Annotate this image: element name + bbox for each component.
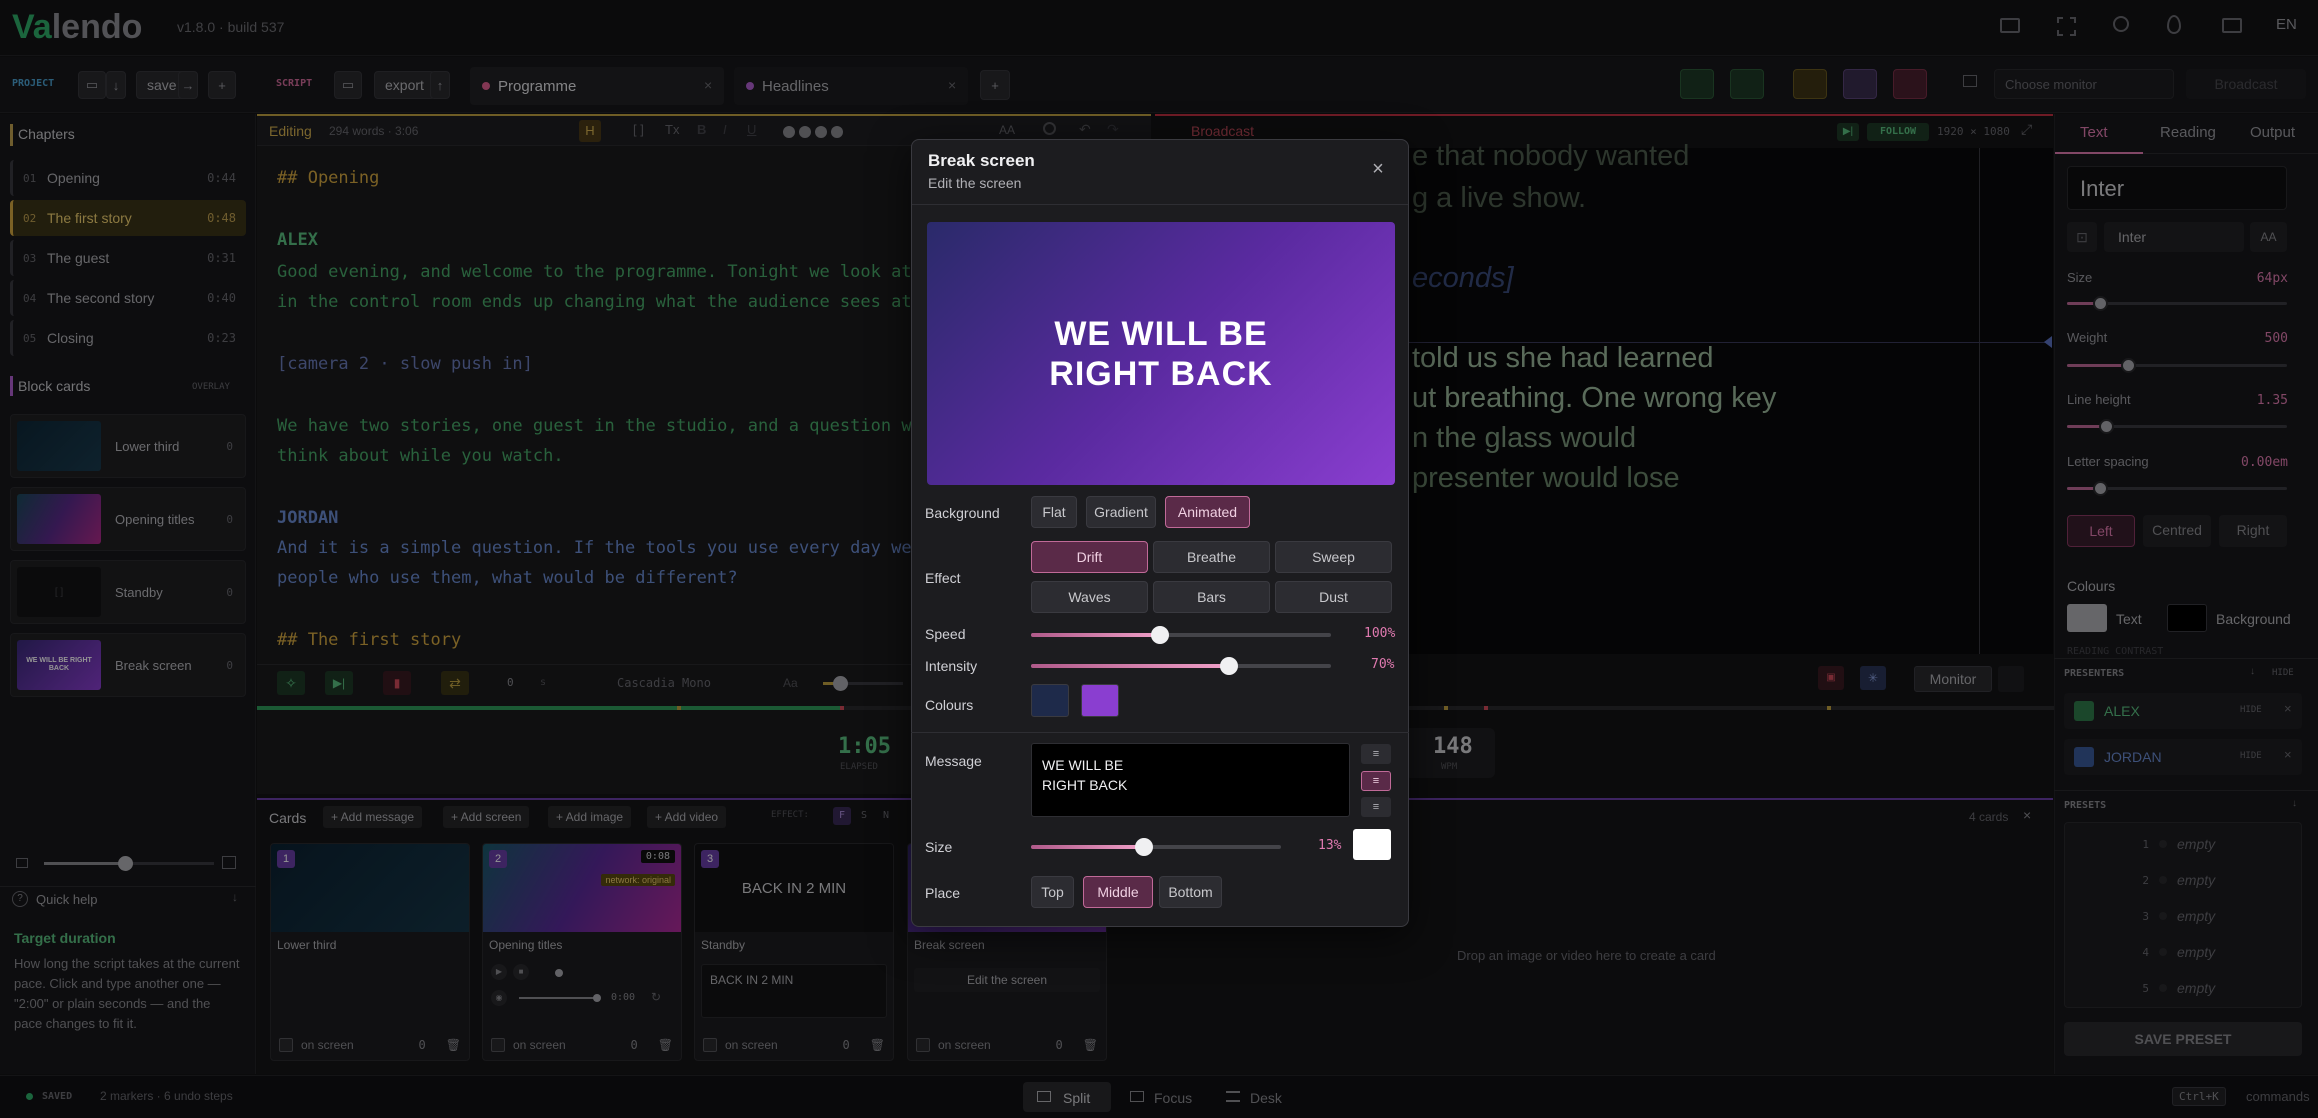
align-center-icon[interactable]: ≡ xyxy=(1361,771,1391,791)
intensity-label: Intensity xyxy=(925,658,978,674)
message-line: WE WILL BE xyxy=(1042,757,1124,773)
effect-label: Effect xyxy=(925,570,961,586)
colour-a-swatch[interactable] xyxy=(1031,684,1069,717)
background-label: Background xyxy=(925,505,1000,521)
speed-slider[interactable] xyxy=(1031,626,1331,644)
effect-bars-button[interactable]: Bars xyxy=(1153,581,1270,613)
preview-line-1: WE WILL BE xyxy=(1054,314,1268,353)
message-textarea[interactable]: WE WILL BE RIGHT BACK xyxy=(1031,743,1350,817)
colour-b-swatch[interactable] xyxy=(1081,684,1119,717)
effect-drift-button[interactable]: Drift xyxy=(1031,541,1148,573)
preview-line-2: RIGHT BACK xyxy=(1049,354,1273,393)
size-slider[interactable] xyxy=(1031,838,1281,856)
effect-breathe-button[interactable]: Breathe xyxy=(1153,541,1270,573)
align-left-icon[interactable]: ≡ xyxy=(1361,744,1391,764)
speed-label: Speed xyxy=(925,626,966,642)
background-gradient-button[interactable]: Gradient xyxy=(1086,496,1156,528)
place-bottom-button[interactable]: Bottom xyxy=(1159,876,1222,908)
intensity-value: 70% xyxy=(1371,657,1395,672)
intensity-slider[interactable] xyxy=(1031,657,1331,675)
text-colour-swatch[interactable] xyxy=(1353,829,1391,860)
align-right-icon[interactable]: ≡ xyxy=(1361,797,1391,817)
speed-value: 100% xyxy=(1364,626,1396,641)
background-flat-button[interactable]: Flat xyxy=(1031,496,1077,528)
effect-sweep-button[interactable]: Sweep xyxy=(1275,541,1392,573)
place-top-button[interactable]: Top xyxy=(1031,876,1074,908)
background-animated-button[interactable]: Animated xyxy=(1165,496,1250,528)
colours-label: Colours xyxy=(925,697,974,713)
close-icon[interactable]: × xyxy=(1368,159,1388,180)
modal-subtitle: Edit the screen xyxy=(928,175,1022,191)
modal-title: Break screen xyxy=(928,151,1035,170)
effect-dust-button[interactable]: Dust xyxy=(1275,581,1392,613)
size-label: Size xyxy=(925,839,953,855)
preview-screen: WE WILL BE RIGHT BACK xyxy=(927,222,1395,485)
size-value: 13% xyxy=(1318,838,1342,853)
effect-waves-button[interactable]: Waves xyxy=(1031,581,1148,613)
place-label: Place xyxy=(925,885,961,901)
message-line: RIGHT BACK xyxy=(1042,777,1128,793)
message-label: Message xyxy=(925,753,982,769)
place-middle-button[interactable]: Middle xyxy=(1083,876,1153,908)
